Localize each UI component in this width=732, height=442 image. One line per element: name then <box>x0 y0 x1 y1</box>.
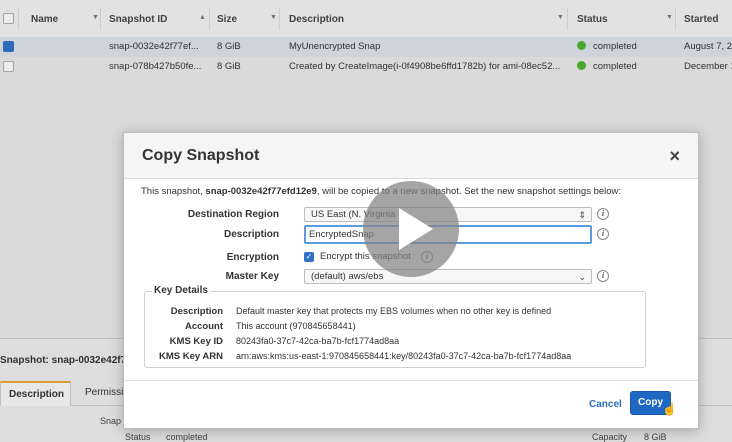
chevron-down-icon: ⌄ <box>578 272 586 282</box>
dialog-title: Copy Snapshot <box>142 147 260 164</box>
kms-key-id-value: 80243fa0-37c7-42ca-ba7b-fcf1774ad8aa <box>236 336 400 346</box>
info-icon[interactable]: i <box>597 208 609 220</box>
kms-key-arn-label: KMS Key ARN <box>158 351 223 362</box>
hand-cursor-icon: ☝ <box>662 402 677 416</box>
destination-region-label: Destination Region <box>187 209 279 220</box>
kms-key-arn-value: arn:aws:kms:us-east-1:970845658441:key/8… <box>236 351 572 361</box>
key-details-legend: Key Details <box>152 285 210 296</box>
kms-key-id-label: KMS Key ID <box>169 336 223 347</box>
key-account-value: This account (970845658441) <box>236 321 356 331</box>
key-account-label: Account <box>185 321 223 332</box>
select-stepper-icon: ⇕ <box>578 210 586 220</box>
key-description-label: Description <box>170 306 223 317</box>
source-snapshot-id: snap-0032e42f77efd12e9 <box>205 186 317 197</box>
encryption-label: Encryption <box>226 252 279 263</box>
copy-snapshot-dialog: Copy Snapshot × This snapshot, snap-0032… <box>123 132 699 429</box>
play-icon <box>399 208 433 250</box>
master-key-label: Master Key <box>225 271 279 282</box>
info-icon[interactable]: i <box>597 270 609 282</box>
master-key-select[interactable]: (default) aws/ebs ⌄ <box>304 269 592 284</box>
cancel-button[interactable]: Cancel <box>589 399 622 410</box>
close-icon[interactable]: × <box>669 146 680 167</box>
info-icon[interactable]: i <box>597 228 609 240</box>
key-description-value: Default master key that protects my EBS … <box>236 306 552 316</box>
dialog-footer-divider <box>124 380 698 381</box>
description-label: Description <box>223 229 279 240</box>
encrypt-checkbox[interactable]: ✓ <box>304 252 314 262</box>
play-button[interactable] <box>363 181 459 277</box>
master-key-value: (default) aws/ebs <box>311 271 384 282</box>
